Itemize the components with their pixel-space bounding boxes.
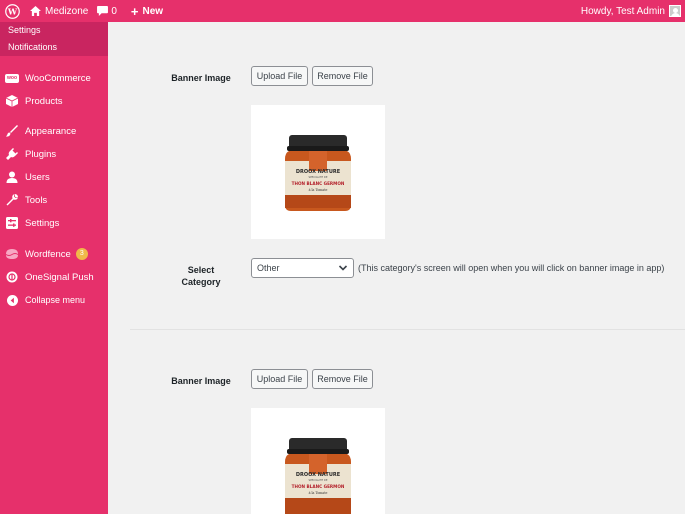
wordfence-icon — [5, 247, 19, 261]
sidebar-item-woocommerce[interactable]: woo WooCommerce — [0, 68, 108, 88]
submenu: Settings Notifications — [0, 22, 108, 56]
site-name: Medizone — [45, 5, 89, 17]
banner-image-preview: DROOX NATURE SPECIALITE DE THON BLANC GE… — [251, 408, 385, 514]
svg-text:THON BLANC GERMON: THON BLANC GERMON — [292, 181, 345, 186]
product-jar-image: DROOX NATURE SPECIALITE DE THON BLANC GE… — [285, 135, 351, 211]
collapse-menu-button[interactable]: Collapse menu — [0, 290, 108, 310]
box-icon — [5, 94, 19, 108]
sidebar-item-tools[interactable]: Tools — [0, 190, 108, 210]
settings-icon — [5, 216, 19, 230]
svg-text:à la Tomate: à la Tomate — [309, 491, 328, 495]
comments-count: 0 — [111, 5, 117, 17]
sidebar-item-label: OneSignal Push — [25, 271, 94, 283]
comment-icon — [97, 6, 109, 16]
sidebar-item-onesignal-push[interactable]: OneSignal Push — [0, 267, 108, 287]
wrench-icon — [5, 193, 19, 207]
select-category-label: Select Category — [181, 265, 221, 287]
svg-text:SPECIALITE DE: SPECIALITE DE — [308, 478, 327, 482]
svg-text:THON BLANC GERMON: THON BLANC GERMON — [292, 484, 345, 489]
banner-image-preview: DROOX NATURE SPECIALITE DE THON BLANC GE… — [251, 105, 385, 239]
sidebar-item-settings[interactable]: Settings — [0, 213, 108, 233]
sidebar-item-label: Products — [25, 95, 63, 107]
category-help-text: (This category's screen will open when y… — [358, 263, 665, 273]
svg-text:à la Tomate: à la Tomate — [309, 188, 328, 192]
banner-image-label: Banner Image — [171, 376, 231, 386]
upload-file-button[interactable]: Upload File — [251, 369, 308, 389]
sidebar-item-plugins[interactable]: Plugins — [0, 144, 108, 164]
avatar — [669, 5, 681, 17]
plus-icon: + — [130, 3, 139, 19]
onesignal-icon — [5, 270, 19, 284]
banner-image-label: Banner Image — [171, 73, 231, 83]
my-account-link[interactable]: Howdy, Test Admin — [581, 0, 681, 22]
svg-text:DROOX NATURE: DROOX NATURE — [296, 472, 341, 478]
woocommerce-icon: woo — [5, 73, 19, 83]
sidebar-item-label: WooCommerce — [25, 72, 91, 84]
remove-file-button[interactable]: Remove File — [312, 369, 373, 389]
howdy-text: Howdy, Test Admin — [580, 5, 665, 17]
svg-text:DROOX NATURE: DROOX NATURE — [296, 169, 341, 175]
plug-icon — [5, 147, 19, 161]
notification-badge: 3 — [75, 248, 88, 260]
sidebar-item-label: Plugins — [25, 148, 57, 160]
paintbrush-icon — [5, 124, 19, 138]
upload-file-button[interactable]: Upload File — [251, 66, 308, 86]
sidebar-item-users[interactable]: Users — [0, 167, 108, 187]
sidebar-item-label: Tools — [25, 194, 48, 206]
sidebar-item-appearance[interactable]: Appearance — [0, 121, 108, 141]
sidebar-item-label: Users — [25, 171, 50, 183]
comments-link[interactable]: 0 — [97, 0, 117, 22]
main-content: Banner Image Upload File Remove File DRO… — [108, 22, 685, 514]
wordpress-logo-icon[interactable]: W — [1, 0, 23, 22]
remove-file-button[interactable]: Remove File — [312, 66, 373, 86]
home-icon — [30, 6, 41, 16]
product-jar-image: DROOX NATURE SPECIALITE DE THON BLANC GE… — [285, 438, 351, 514]
admin-sidebar: Settings Notifications woo WooCommerce P… — [0, 22, 108, 514]
sidebar-item-label: Wordfence — [25, 248, 71, 260]
sidebar-item-wordfence[interactable]: Wordfence 3 — [0, 244, 108, 264]
submenu-item-settings[interactable]: Settings — [0, 22, 108, 39]
users-icon — [5, 170, 19, 184]
svg-text:SPECIALITE DE: SPECIALITE DE — [308, 175, 327, 179]
sidebar-item-products[interactable]: Products — [0, 91, 108, 111]
admin-bar: W Medizone 0 + New Howdy, Test Admin — [0, 0, 685, 22]
section-divider — [130, 329, 685, 330]
submenu-item-notifications[interactable]: Notifications — [0, 39, 108, 56]
collapse-icon — [5, 293, 19, 307]
new-content-link[interactable]: + New — [131, 0, 163, 22]
sidebar-item-label: Settings — [25, 217, 60, 229]
svg-text:W: W — [6, 6, 17, 16]
sidebar-item-label: Collapse menu — [25, 295, 86, 305]
site-name-link[interactable]: Medizone — [30, 0, 88, 22]
sidebar-item-label: Appearance — [25, 125, 77, 137]
new-label: New — [142, 5, 164, 17]
